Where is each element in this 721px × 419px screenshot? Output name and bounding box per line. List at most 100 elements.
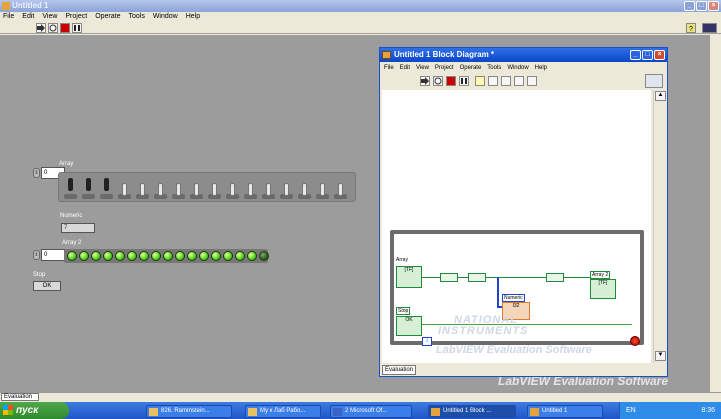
array2-type-label: [TF] xyxy=(598,280,608,286)
step-out-icon[interactable] xyxy=(527,76,537,86)
bool-to-num-node[interactable] xyxy=(468,273,486,282)
array-toggle-switch[interactable] xyxy=(261,176,277,200)
switch-lever xyxy=(158,183,163,196)
led-indicator xyxy=(211,251,221,261)
abort-icon[interactable] xyxy=(60,23,70,33)
array-toggle-switch[interactable] xyxy=(81,176,97,200)
led-indicator xyxy=(79,251,89,261)
task-button-folder[interactable]: Му к Лаб Рабо... xyxy=(245,405,321,418)
led-indicator xyxy=(247,251,257,261)
switch-lever xyxy=(212,183,217,196)
run-continuously-icon[interactable] xyxy=(48,23,58,33)
minimize-button[interactable]: _ xyxy=(630,50,641,60)
maximize-button[interactable]: □ xyxy=(642,50,653,60)
array-toggle-switch[interactable] xyxy=(243,176,259,200)
menu-help[interactable]: Help xyxy=(186,12,200,22)
array-toggle-switch[interactable] xyxy=(153,176,169,200)
scroll-down-icon[interactable]: ▼ xyxy=(655,351,666,361)
task-button-word[interactable]: 2 Microsoft Of... xyxy=(330,405,412,418)
array-toggle-switch[interactable] xyxy=(135,176,151,200)
array-toggle-switch[interactable] xyxy=(315,176,331,200)
menu-view[interactable]: View xyxy=(416,63,429,73)
pause-icon[interactable] xyxy=(459,76,469,86)
abort-icon[interactable] xyxy=(446,76,456,86)
task-button-block-diagram[interactable]: Untitled 1 Block ... xyxy=(428,405,516,418)
minimize-button[interactable]: _ xyxy=(684,1,695,11)
task-button-front-panel[interactable]: Untitled 1 xyxy=(527,405,603,418)
menu-tools[interactable]: Tools xyxy=(487,63,501,73)
menu-tools[interactable]: Tools xyxy=(128,12,144,22)
boolean-array-control[interactable] xyxy=(58,172,356,202)
array2-terminal[interactable]: [TF] xyxy=(590,279,616,299)
menu-operate[interactable]: Operate xyxy=(95,12,120,22)
numeric-type-label: I32 xyxy=(512,303,520,309)
menu-edit[interactable]: Edit xyxy=(22,12,34,22)
array2-index-value[interactable]: 0 xyxy=(41,249,65,261)
run-arrow-icon[interactable] xyxy=(36,23,46,33)
scroll-up-icon[interactable]: ▲ xyxy=(655,91,666,101)
front-panel-titlebar[interactable]: Untitled 1 _ □ × xyxy=(0,0,721,12)
menu-file[interactable]: File xyxy=(3,12,14,22)
desktop-screen: Untitled 1 _ □ × File Edit View Project … xyxy=(0,0,721,419)
menu-operate[interactable]: Operate xyxy=(460,63,482,73)
clock: 8:36 xyxy=(701,407,715,414)
block-diagram-titlebar[interactable]: Untitled 1 Block Diagram * _ □ × xyxy=(380,48,667,62)
block-diagram-vscroll[interactable]: ▲ ▼ xyxy=(653,90,666,363)
array-toggle-switch[interactable] xyxy=(333,176,349,200)
evaluation-tab[interactable]: Evaluation xyxy=(1,393,39,401)
close-button[interactable]: × xyxy=(708,1,719,11)
menu-help[interactable]: Help xyxy=(535,63,547,73)
menu-window[interactable]: Window xyxy=(507,63,528,73)
menu-view[interactable]: View xyxy=(42,12,57,22)
step-over-icon[interactable] xyxy=(514,76,524,86)
front-panel-vscroll[interactable] xyxy=(710,35,721,392)
array-toggle-switch[interactable] xyxy=(171,176,187,200)
not-function-node[interactable] xyxy=(440,273,458,282)
stop-label: Stop xyxy=(33,272,46,278)
led-indicator xyxy=(91,251,101,261)
task-button-winamp[interactable]: 826. Rammstein... xyxy=(146,405,232,418)
stop-button[interactable]: OK xyxy=(33,281,61,291)
block-diagram-window: Untitled 1 Block Diagram * _ □ × File Ed… xyxy=(379,47,668,377)
menu-window[interactable]: Window xyxy=(153,12,178,22)
array2-index-control[interactable]: ⇕ 0 xyxy=(33,249,65,261)
menu-edit[interactable]: Edit xyxy=(400,63,410,73)
index-increment-icon[interactable]: ⇕ xyxy=(33,168,40,178)
array-toggle-switch[interactable] xyxy=(189,176,205,200)
menu-project[interactable]: Project xyxy=(435,63,454,73)
start-button[interactable]: пуск xyxy=(0,402,69,419)
language-indicator[interactable]: EN xyxy=(626,407,636,414)
maximize-button[interactable]: □ xyxy=(696,1,707,11)
task-label: Му к Лаб Рабо... xyxy=(260,408,306,414)
menu-file[interactable]: File xyxy=(384,63,394,73)
array-toggle-switch[interactable] xyxy=(279,176,295,200)
stop-terminal[interactable]: OK xyxy=(396,316,422,336)
run-arrow-icon[interactable] xyxy=(420,76,430,86)
system-tray: EN 8:36 xyxy=(619,402,721,419)
highlight-execution-icon[interactable] xyxy=(475,76,485,86)
step-into-icon[interactable] xyxy=(501,76,511,86)
evaluation-tab[interactable]: Evaluation xyxy=(382,365,416,375)
array-terminal[interactable]: [TF] xyxy=(396,266,422,288)
run-continuously-icon[interactable] xyxy=(433,76,443,86)
array-terminal-label: Array xyxy=(396,257,408,263)
array-toggle-switch[interactable] xyxy=(225,176,241,200)
switch-lever xyxy=(68,178,73,191)
context-help-icon[interactable]: ? xyxy=(686,23,696,33)
array-toggle-switch[interactable] xyxy=(99,176,115,200)
block-diagram-window-controls: _ □ × xyxy=(630,50,665,60)
menu-project[interactable]: Project xyxy=(65,12,87,22)
numeric-indicator: 7 xyxy=(61,223,95,233)
retain-wire-values-icon[interactable] xyxy=(488,76,498,86)
compare-node[interactable] xyxy=(546,273,564,282)
task-label: Untitled 1 Block ... xyxy=(443,408,492,414)
array-toggle-switch[interactable] xyxy=(207,176,223,200)
array-toggle-switch[interactable] xyxy=(63,176,79,200)
pause-icon[interactable] xyxy=(72,23,82,33)
switch-lever xyxy=(194,183,199,196)
close-button[interactable]: × xyxy=(654,50,665,60)
array-toggle-switch[interactable] xyxy=(117,176,133,200)
index-increment-icon[interactable]: ⇕ xyxy=(33,250,40,260)
loop-condition-icon[interactable] xyxy=(630,336,640,346)
array-toggle-switch[interactable] xyxy=(297,176,313,200)
